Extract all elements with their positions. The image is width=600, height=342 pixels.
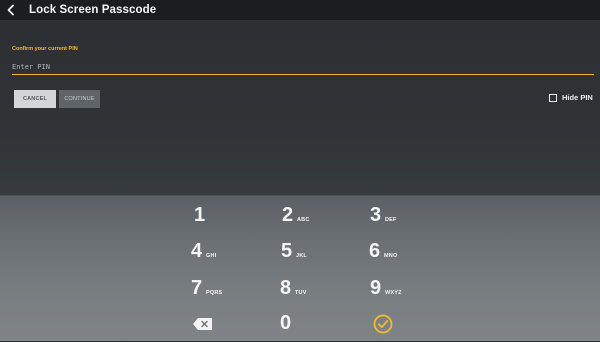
key-letters: DEF xyxy=(385,217,397,223)
key-digit: 4 xyxy=(191,240,203,262)
key-digit: 8 xyxy=(280,277,292,299)
numeric-keypad: 1 2 ABC 3 DEF 4 GHI 5 JKL 6 MNO 7 PQRS 8… xyxy=(0,195,600,341)
key-digit: 9 xyxy=(370,277,382,299)
back-arrow-icon[interactable] xyxy=(1,0,21,20)
continue-button[interactable]: CONTINUE xyxy=(59,90,100,108)
key-7[interactable]: 7 PQRS xyxy=(191,277,251,307)
key-letters: WXYZ xyxy=(385,290,402,296)
key-digit: 0 xyxy=(280,312,292,334)
hide-pin-toggle[interactable]: Hide PIN xyxy=(549,93,593,102)
key-letters: MNO xyxy=(384,253,398,259)
key-8[interactable]: 8 TUV xyxy=(280,277,340,307)
key-9[interactable]: 9 WXYZ xyxy=(370,277,430,307)
key-digit: 1 xyxy=(194,204,206,226)
key-1[interactable]: 1 xyxy=(194,204,254,234)
key-5[interactable]: 5 JKL xyxy=(281,240,341,270)
pin-input[interactable] xyxy=(12,60,594,75)
key-letters: TUV xyxy=(295,290,307,296)
key-letters: PQRS xyxy=(206,290,223,296)
key-digit: 7 xyxy=(191,277,203,299)
pin-form: Confirm your current PIN CANCEL CONTINUE… xyxy=(0,20,600,195)
key-3[interactable]: 3 DEF xyxy=(370,204,430,234)
page-title: Lock Screen Passcode xyxy=(29,4,157,16)
key-digit: 3 xyxy=(370,204,382,226)
hide-pin-checkbox[interactable] xyxy=(549,93,557,102)
key-letters: GHI xyxy=(206,253,217,259)
cancel-button[interactable]: CANCEL xyxy=(14,90,56,108)
pin-prompt-label: Confirm your current PIN xyxy=(12,46,78,52)
title-bar: Lock Screen Passcode xyxy=(0,0,600,20)
key-digit: 6 xyxy=(369,240,381,262)
key-letters: ABC xyxy=(297,217,310,223)
key-6[interactable]: 6 MNO xyxy=(369,240,429,270)
hide-pin-label: Hide PIN xyxy=(562,93,593,102)
key-2[interactable]: 2 ABC xyxy=(282,204,342,234)
key-digit: 5 xyxy=(281,240,293,262)
key-4[interactable]: 4 GHI xyxy=(191,240,251,270)
checkmark-circle-icon[interactable] xyxy=(373,314,393,334)
key-digit: 2 xyxy=(282,204,294,226)
backspace-icon[interactable] xyxy=(193,317,213,330)
key-0[interactable]: 0 xyxy=(280,312,340,342)
key-letters: JKL xyxy=(296,253,307,259)
